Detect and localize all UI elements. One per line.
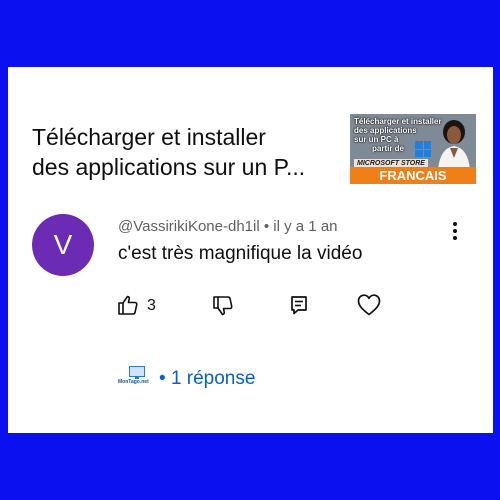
thumbnail-text-2: des applications [354, 126, 417, 135]
video-thumbnail[interactable]: Télécharger et installer des application… [350, 114, 476, 184]
like-count: 3 [147, 297, 156, 314]
heart-icon[interactable] [356, 292, 382, 318]
windows-logo-icon [415, 141, 431, 157]
thumbnail-language-banner: FRANCAIS [350, 167, 476, 184]
more-vertical-icon [453, 222, 457, 240]
thumbs-down-icon[interactable] [211, 294, 235, 318]
thumbnail-text-4: partir de [372, 144, 405, 153]
comment-text: c'est très magnifique la vidéo [118, 243, 363, 264]
avatar-letter: V [53, 229, 73, 260]
meta-separator: • [263, 218, 270, 235]
comment-time: il y a 1 an [273, 218, 338, 235]
reply-icon[interactable] [288, 294, 310, 316]
video-title-line-1: Télécharger et installer [32, 124, 266, 150]
comment-meta: @VassirikiKone-dh1il • il y a 1 an [118, 218, 338, 235]
thumbnail-text-1: Télécharger et installer [354, 117, 442, 126]
video-title[interactable]: Télécharger et installer des application… [32, 122, 332, 182]
creator-avatar: MonTago.net [118, 366, 158, 388]
replies-label: 1 réponse [170, 368, 256, 389]
monitor-icon [129, 366, 145, 379]
avatar[interactable]: V [32, 214, 94, 276]
presenter-image [438, 120, 470, 170]
comment-author[interactable]: @VassirikiKone-dh1il [118, 218, 260, 235]
replies-bullet: • [159, 368, 166, 389]
thumbs-up-icon[interactable] [116, 293, 140, 317]
thumbnail-text-3: sur un PC à [354, 135, 399, 144]
more-options-button[interactable] [445, 219, 465, 243]
video-title-line-2: des applications sur un P... [32, 154, 306, 180]
creator-logo-text: MonTago.net [118, 379, 149, 385]
comment-card: Télécharger et installer des application… [8, 67, 493, 433]
replies-link[interactable]: • 1 réponse [159, 368, 255, 390]
